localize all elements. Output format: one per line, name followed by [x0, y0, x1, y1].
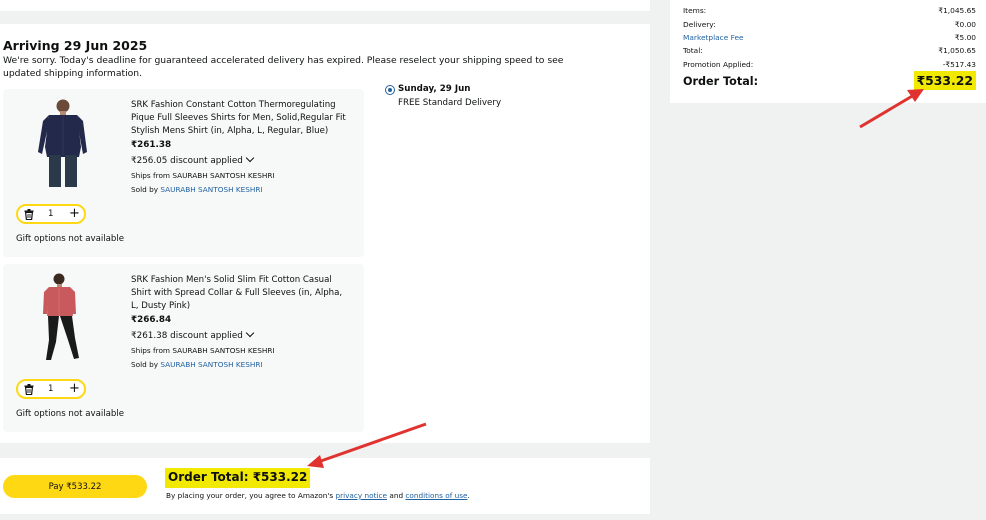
chevron-down-icon [245, 153, 255, 163]
sold-by: Sold by SAURABH SANTOSH KESHRI [131, 185, 263, 194]
summary-label: Items: [683, 6, 707, 15]
arrival-heading: Arriving 29 Jun 2025 [3, 38, 148, 53]
gift-options-text: Gift options not available [16, 234, 125, 244]
discount-toggle[interactable]: ₹256.05 discount applied [131, 153, 255, 166]
summary-value: -₹517.43 [942, 60, 976, 69]
delivery-notice: We're sorry. Today's deadline for guaran… [3, 55, 564, 79]
place-order-bar: Pay ₹533.22 Order Total: ₹533.22 By plac… [0, 458, 650, 514]
summary-value: ₹1,050.65 [938, 46, 976, 55]
discount-toggle[interactable]: ₹261.38 discount applied [131, 328, 255, 341]
privacy-notice-link[interactable]: privacy notice [335, 491, 387, 500]
conditions-of-use-link[interactable]: conditions of use [405, 491, 467, 500]
sold-by: Sold by SAURABH SANTOSH KESHRI [131, 360, 263, 369]
order-summary: Items: ₹1,045.65 Delivery: ₹0.00 Marketpla… [670, 0, 986, 103]
chevron-down-icon [245, 328, 255, 338]
summary-value: ₹5.00 [954, 33, 976, 42]
gift-options-text: Gift options not available [16, 409, 125, 419]
summary-column-background [670, 103, 986, 520]
summary-label: Promotion Applied: [683, 60, 754, 69]
quantity-stepper: 1 + [16, 204, 86, 224]
trash-icon[interactable] [24, 209, 34, 220]
discount-label: ₹261.38 discount applied [131, 331, 243, 341]
item-price: ₹266.84 [131, 315, 172, 325]
quantity-stepper: 1 + [16, 379, 86, 399]
sold-by-prefix: Sold by [131, 360, 161, 369]
marketplace-fee-link[interactable]: Marketplace Fee [683, 33, 744, 42]
previous-section-strip [0, 0, 650, 11]
discount-label: ₹256.05 discount applied [131, 156, 243, 166]
delivery-description: FREE Standard Delivery [398, 98, 502, 108]
seller-link[interactable]: SAURABH SANTOSH KESHRI [160, 360, 262, 369]
quantity-value: 1 [48, 209, 54, 219]
ships-from: Ships from SAURABH SANTOSH KESHRI [131, 346, 275, 355]
summary-label: Total: [683, 46, 703, 55]
cart-item: SRK Fashion Men's Solid Slim Fit Cotton … [3, 264, 364, 432]
item-title[interactable]: SRK Fashion Constant Cotton Thermoregula… [131, 99, 351, 138]
shipment-section: Arriving 29 Jun 2025 We're sorry. Today'… [0, 24, 650, 443]
plus-icon[interactable]: + [69, 206, 80, 221]
item-price: ₹261.38 [131, 140, 172, 150]
legal-prefix: By placing your order, you agree to Amaz… [166, 491, 336, 500]
summary-label: Delivery: [683, 20, 716, 29]
seller-link[interactable]: SAURABH SANTOSH KESHRI [160, 185, 262, 194]
delivery-radio[interactable] [385, 85, 395, 95]
legal-and: and [387, 491, 406, 500]
summary-value: ₹0.00 [954, 20, 976, 29]
cart-item: SRK Fashion Constant Cotton Thermoregula… [3, 89, 364, 257]
legal-text: By placing your order, you agree to Amaz… [166, 491, 470, 500]
ships-from: Ships from SAURABH SANTOSH KESHRI [131, 171, 275, 180]
bottom-order-total: Order Total: ₹533.22 [165, 468, 311, 488]
legal-suffix: . [467, 491, 470, 500]
plus-icon[interactable]: + [69, 381, 80, 396]
trash-icon[interactable] [24, 384, 34, 395]
sold-by-prefix: Sold by [131, 185, 161, 194]
summary-value: ₹1,045.65 [938, 6, 976, 15]
item-title[interactable]: SRK Fashion Men's Solid Slim Fit Cotton … [131, 274, 351, 313]
product-image-blue-shirt[interactable] [23, 97, 103, 189]
product-image-pink-shirt[interactable] [23, 272, 103, 364]
pay-button[interactable]: Pay ₹533.22 [3, 475, 147, 498]
summary-order-total-label: Order Total: [683, 75, 759, 88]
summary-order-total-value: ₹533.22 [913, 71, 976, 90]
quantity-value: 1 [48, 384, 54, 394]
delivery-date: Sunday, 29 Jun [398, 84, 471, 94]
